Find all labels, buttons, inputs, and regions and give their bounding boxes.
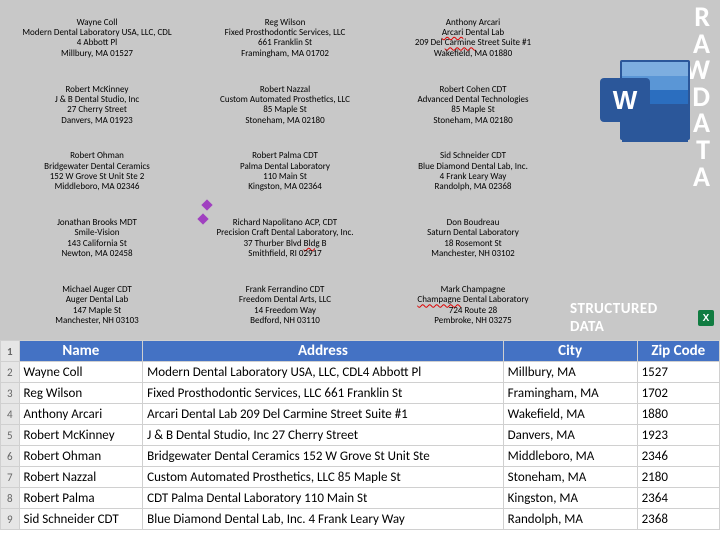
table-row: 8Robert PalmaCDT Palma Dental Laboratory… [1,488,720,509]
cell-name[interactable]: Wayne Coll [19,362,143,383]
cell-address[interactable]: CDT Palma Dental Laboratory 110 Main St [143,488,504,509]
row-number: 4 [1,404,20,425]
row-number: 6 [1,446,20,467]
raw-entry: Robert NazzalCustom Automated Prosthetic… [192,73,378,138]
cell-zip[interactable]: 2364 [637,488,719,509]
cell-address[interactable]: Arcari Dental Lab 209 Del Carmine Street… [143,404,504,425]
cell-city[interactable]: Middleboro, MA [503,446,637,467]
side-panel: RAWDATA W STRUCTURED DATA X [570,0,720,340]
raw-entry: Michael Auger CDTAuger Dental Lab147 Map… [4,273,190,338]
table-row: 6Robert OhmanBridgewater Dental Ceramics… [1,446,720,467]
cell-city[interactable]: Kingston, MA [503,488,637,509]
raw-entry: Wayne CollModern Dental Laboratory USA, … [4,6,190,71]
raw-entry: Reg WilsonFixed Prosthodontic Services, … [192,6,378,71]
data-table: 1 Name Address City Zip Code 2Wayne Coll… [0,340,720,530]
row-number: 1 [1,341,20,362]
row-number: 2 [1,362,20,383]
row-number: 7 [1,467,20,488]
cell-zip[interactable]: 1923 [637,425,719,446]
table-row: 5Robert McKinneyJ & B Dental Studio, Inc… [1,425,720,446]
cell-zip[interactable]: 2368 [637,509,719,530]
cell-address[interactable]: Blue Diamond Dental Lab, Inc. 4 Frank Le… [143,509,504,530]
cell-zip[interactable]: 2346 [637,446,719,467]
excel-icon: X [698,310,714,326]
col-header-zip[interactable]: Zip Code [637,341,719,362]
cell-address[interactable]: Custom Automated Prosthetics, LLC 85 Map… [143,467,504,488]
col-header-city[interactable]: City [503,341,637,362]
col-header-address[interactable]: Address [143,341,504,362]
raw-entry: Don BoudreauSaturn Dental Laboratory18 R… [380,206,566,271]
cell-city[interactable]: Stoneham, MA [503,467,637,488]
raw-entry: Jonathan Brooks MDTSmile-Vision143 Calif… [4,206,190,271]
row-number: 5 [1,425,20,446]
raw-entry: Sid Schneider CDTBlue Diamond Dental Lab… [380,140,566,205]
cell-address[interactable]: Fixed Prosthodontic Services, LLC 661 Fr… [143,383,504,404]
cell-name[interactable]: Robert Palma [19,488,143,509]
raw-entry: Anthony ArcariArcari Dental Lab209 Del C… [380,6,566,71]
raw-entry: Robert Cohen CDTAdvanced Dental Technolo… [380,73,566,138]
raw-entry: Robert Palma CDTPalma Dental Laboratory1… [192,140,378,205]
raw-data-grid: Wayne CollModern Dental Laboratory USA, … [0,0,570,340]
cell-address[interactable]: Bridgewater Dental Ceramics 152 W Grove … [143,446,504,467]
cell-name[interactable]: Robert McKinney [19,425,143,446]
raw-entry: Richard Napolitano ACP, CDTPrecision Cra… [192,206,378,271]
raw-entry: Frank Ferrandino CDTFreedom Dental Arts,… [192,273,378,338]
col-header-name[interactable]: Name [19,341,143,362]
cell-address[interactable]: Modern Dental Laboratory USA, LLC, CDL4 … [143,362,504,383]
cell-city[interactable]: Danvers, MA [503,425,637,446]
cell-name[interactable]: Sid Schneider CDT [19,509,143,530]
cell-zip[interactable]: 2180 [637,467,719,488]
spreadsheet: 1 Name Address City Zip Code 2Wayne Coll… [0,340,720,540]
raw-entry: Robert McKinneyJ & B Dental Studio, Inc2… [4,73,190,138]
raw-entry: Mark ChampagneChampagne Dental Laborator… [380,273,566,338]
structured-data-label: STRUCTURED DATA X [570,300,714,336]
header-row: 1 Name Address City Zip Code [1,341,720,362]
table-row: 9Sid Schneider CDTBlue Diamond Dental La… [1,509,720,530]
row-number: 8 [1,488,20,509]
cell-name[interactable]: Anthony Arcari [19,404,143,425]
cell-name[interactable]: Robert Ohman [19,446,143,467]
table-row: 4Anthony ArcariArcari Dental Lab 209 Del… [1,404,720,425]
structured-data-text: STRUCTURED DATA [570,300,692,336]
cell-address[interactable]: J & B Dental Studio, Inc 27 Cherry Stree… [143,425,504,446]
cell-name[interactable]: Robert Nazzal [19,467,143,488]
word-icon: W [600,60,690,140]
row-number: 9 [1,509,20,530]
cell-name[interactable]: Reg Wilson [19,383,143,404]
row-number: 3 [1,383,20,404]
cell-zip[interactable]: 1880 [637,404,719,425]
word-icon-badge: W [600,78,650,122]
cell-city[interactable]: Wakefield, MA [503,404,637,425]
cell-zip[interactable]: 1702 [637,383,719,404]
raw-entry: Robert OhmanBridgewater Dental Ceramics1… [4,140,190,205]
table-row: 3Reg WilsonFixed Prosthodontic Services,… [1,383,720,404]
cell-city[interactable]: Randolph, MA [503,509,637,530]
table-row: 2Wayne CollModern Dental Laboratory USA,… [1,362,720,383]
table-row: 7Robert NazzalCustom Automated Prostheti… [1,467,720,488]
top-panel: Wayne CollModern Dental Laboratory USA, … [0,0,720,340]
cell-city[interactable]: Framingham, MA [503,383,637,404]
cell-city[interactable]: Millbury, MA [503,362,637,383]
cell-zip[interactable]: 1527 [637,362,719,383]
